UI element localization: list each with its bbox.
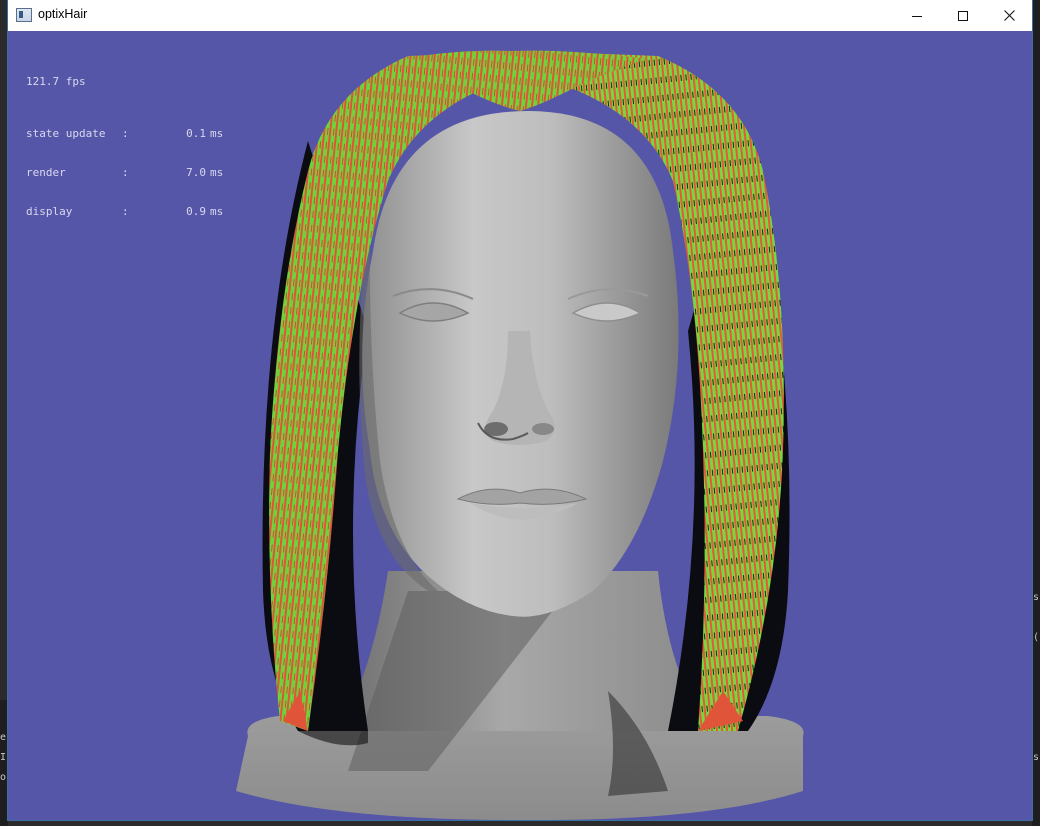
close-icon (1003, 10, 1015, 21)
maximize-button[interactable] (940, 0, 986, 31)
background-text: ( (1033, 632, 1040, 643)
app-icon[interactable] (16, 8, 32, 22)
background-text: s (1033, 752, 1040, 763)
stat-row-state-update: state update:0.1 ms (26, 127, 224, 140)
stat-label: display (26, 205, 73, 218)
window-title: optixHair (38, 7, 88, 21)
close-button[interactable] (986, 0, 1032, 31)
stat-value: 7.0 (186, 166, 206, 179)
background-window-strip-right: s ( s (1032, 0, 1040, 826)
render-viewport[interactable]: 121.7 fps state update:0.1 ms render:7.0 m… (8, 31, 1032, 820)
background-text: s (1033, 592, 1040, 603)
performance-stats-overlay: 121.7 fps state update:0.1 ms render:7.0 m… (26, 49, 223, 244)
minimize-icon (912, 15, 922, 17)
stat-label: render (26, 166, 66, 179)
stat-value: 0.9 (186, 205, 206, 218)
stat-label: state update (26, 127, 106, 140)
stat-unit: ms (210, 205, 224, 218)
stat-row-display: display:0.9 ms (26, 205, 224, 218)
title-bar[interactable]: optixHair (8, 0, 1032, 31)
maximize-icon (958, 10, 968, 21)
fps-counter: 121.7 fps (26, 75, 86, 88)
stat-row-render: render:7.0 ms (26, 166, 224, 179)
background-text: e (0, 732, 7, 743)
app-window: optixHair 121.7 fps state update: 0.1 m… (8, 0, 1032, 820)
background-window-strip-left: e Ir or (0, 700, 12, 826)
stat-unit: ms (210, 166, 224, 179)
stat-value: 0.1 (186, 127, 206, 140)
stat-unit: ms (210, 127, 224, 140)
minimize-button[interactable] (894, 0, 940, 31)
